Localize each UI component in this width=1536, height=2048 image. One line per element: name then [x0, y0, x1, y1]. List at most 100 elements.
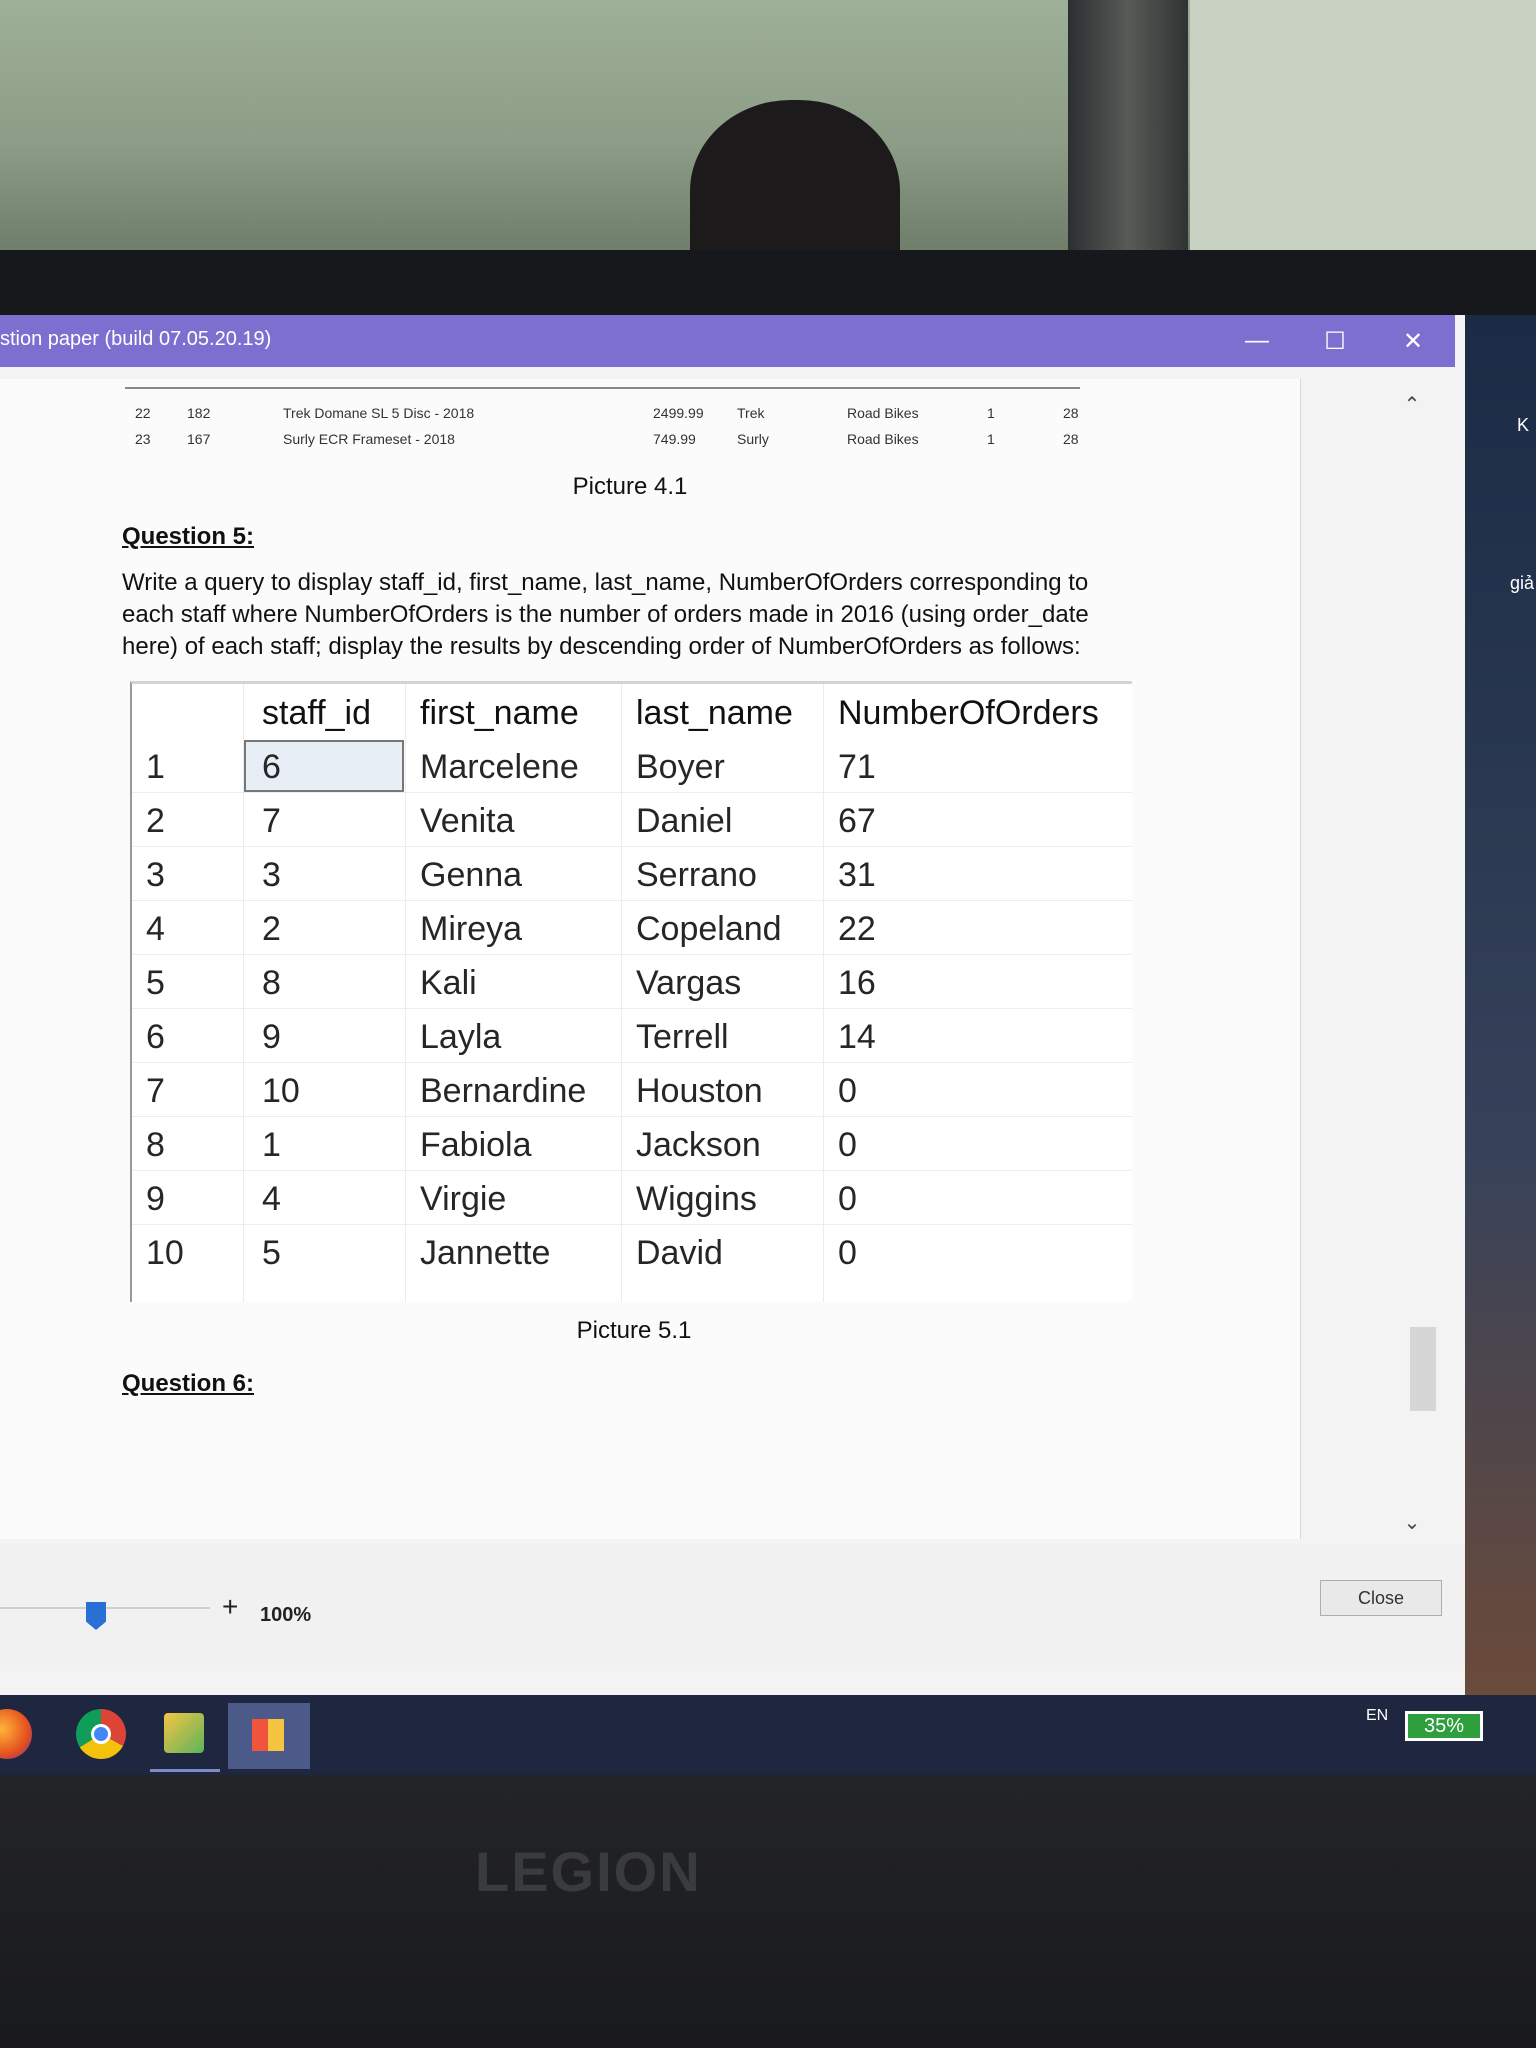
- row-number: 7: [146, 1072, 165, 1110]
- zoom-level: 100%: [260, 1604, 312, 1626]
- cell-first-name[interactable]: Jannette: [406, 1226, 620, 1280]
- cell-staff-id[interactable]: 8: [244, 956, 404, 1010]
- cell-number-of-orders[interactable]: 0: [824, 1118, 1132, 1172]
- cell-last-name[interactable]: Copeland: [622, 902, 822, 956]
- cell-first-name[interactable]: Fabiola: [406, 1118, 620, 1172]
- column-header-number-of-orders[interactable]: NumberOfOrders: [824, 686, 1132, 740]
- table-row: 22 182 Trek Domane SL 5 Disc - 2018 2499…: [125, 405, 1080, 429]
- cell-number-of-orders[interactable]: 0: [824, 1172, 1132, 1226]
- cell-number-of-orders[interactable]: 22: [824, 902, 1132, 956]
- table-row[interactable]: 5 8 Kali Vargas 16: [132, 956, 1132, 1010]
- table-row[interactable]: 8 1 Fabiola Jackson 0: [132, 1118, 1132, 1172]
- product-price: 2499.99: [653, 405, 704, 421]
- cell-first-name[interactable]: Marcelene: [406, 740, 620, 794]
- laptop-brand-logo: LEGION: [475, 1840, 702, 1903]
- previous-table-fragment: 22 182 Trek Domane SL 5 Disc - 2018 2499…: [125, 387, 1080, 447]
- cell-number-of-orders[interactable]: 16: [824, 956, 1132, 1010]
- app-icon[interactable]: [164, 1713, 204, 1753]
- cell-first-name[interactable]: Virgie: [406, 1172, 620, 1226]
- cell-first-name[interactable]: Mireya: [406, 902, 620, 956]
- laptop-body: LEGION: [0, 1775, 1536, 2048]
- column-header-first-name[interactable]: first_name: [406, 686, 620, 740]
- cell-last-name[interactable]: Jackson: [622, 1118, 822, 1172]
- row-number: 4: [146, 910, 165, 948]
- cell-staff-id[interactable]: 6: [244, 740, 404, 794]
- row-number: 6: [146, 1018, 165, 1056]
- table-row[interactable]: 1 6 Marcelene Boyer 71: [132, 740, 1132, 794]
- cell-staff-id[interactable]: 4: [244, 1172, 404, 1226]
- cell-number-of-orders[interactable]: 71: [824, 740, 1132, 794]
- table-row[interactable]: 9 4 Virgie Wiggins 0: [132, 1172, 1132, 1226]
- table-row[interactable]: 2 7 Venita Daniel 67: [132, 794, 1132, 848]
- cell-staff-id[interactable]: 2: [244, 902, 404, 956]
- cell-last-name[interactable]: Boyer: [622, 740, 822, 794]
- cell-staff-id[interactable]: 5: [244, 1226, 404, 1280]
- question-6-heading: Question 6:: [122, 1370, 255, 1397]
- cell-number-of-orders[interactable]: 0: [824, 1226, 1132, 1280]
- close-button[interactable]: Close: [1320, 1580, 1442, 1616]
- product-id: 167: [187, 431, 211, 447]
- column-header-staff-id[interactable]: staff_id: [244, 686, 404, 740]
- cell-last-name[interactable]: Vargas: [622, 956, 822, 1010]
- maximize-button[interactable]: ☐: [1310, 319, 1360, 363]
- cell-number-of-orders[interactable]: 31: [824, 848, 1132, 902]
- product-name: Trek Domane SL 5 Disc - 2018: [283, 405, 475, 421]
- row-number: 1: [146, 748, 165, 786]
- monitor-bezel-top: [0, 250, 1536, 315]
- scroll-down-arrow-icon[interactable]: ⌄: [1400, 1511, 1424, 1535]
- language-indicator[interactable]: EN: [1366, 1707, 1388, 1725]
- exam-window: stion paper (build 07.05.20.19) — ☐ ✕ 22…: [0, 315, 1465, 1695]
- exam-app-taskbar-icon[interactable]: [228, 1703, 310, 1769]
- cell-last-name[interactable]: David: [622, 1226, 822, 1280]
- cell-staff-id[interactable]: 1: [244, 1118, 404, 1172]
- table-row[interactable]: 6 9 Layla Terrell 14: [132, 1010, 1132, 1064]
- cell-first-name[interactable]: Genna: [406, 848, 620, 902]
- cell-staff-id[interactable]: 7: [244, 794, 404, 848]
- cell-number-of-orders[interactable]: 14: [824, 1010, 1132, 1064]
- cell-last-name[interactable]: Serrano: [622, 848, 822, 902]
- cell-last-name[interactable]: Daniel: [622, 794, 822, 848]
- cell-staff-id[interactable]: 10: [244, 1064, 404, 1118]
- table-row[interactable]: 3 3 Genna Serrano 31: [132, 848, 1132, 902]
- cell-last-name[interactable]: Wiggins: [622, 1172, 822, 1226]
- row-number: 5: [146, 964, 165, 1002]
- product-qty: 1: [987, 431, 995, 447]
- background-wall: [1190, 0, 1536, 262]
- cell-last-name[interactable]: Terrell: [622, 1010, 822, 1064]
- cell-number-of-orders[interactable]: 67: [824, 794, 1132, 848]
- row-number: 10: [146, 1234, 184, 1272]
- cell-first-name[interactable]: Venita: [406, 794, 620, 848]
- cell-first-name[interactable]: Kali: [406, 956, 620, 1010]
- cell-last-name[interactable]: Houston: [622, 1064, 822, 1118]
- picture-4-1-caption: Picture 4.1: [572, 473, 688, 500]
- cell-staff-id[interactable]: 3: [244, 848, 404, 902]
- firefox-icon[interactable]: [0, 1709, 32, 1759]
- battery-indicator[interactable]: 35%: [1405, 1711, 1483, 1741]
- question-5-heading: Question 5:: [122, 523, 255, 550]
- product-price: 749.99: [653, 431, 696, 447]
- desktop-edge: K giả: [1465, 315, 1536, 1695]
- background-person: [690, 100, 900, 262]
- product-name: Surly ECR Frameset - 2018: [283, 431, 455, 447]
- cell-number-of-orders[interactable]: 0: [824, 1064, 1132, 1118]
- cell-first-name[interactable]: Bernardine: [406, 1064, 620, 1118]
- chrome-icon[interactable]: [76, 1709, 126, 1759]
- cell-first-name[interactable]: Layla: [406, 1010, 620, 1064]
- close-window-button[interactable]: ✕: [1388, 319, 1438, 363]
- table-row[interactable]: 10 5 Jannette David 0: [132, 1226, 1132, 1280]
- table-row[interactable]: 7 10 Bernardine Houston 0: [132, 1064, 1132, 1118]
- zoom-in-button[interactable]: +: [222, 1591, 238, 1623]
- scrollbar-thumb[interactable]: [1410, 1327, 1436, 1411]
- scroll-up-arrow-icon[interactable]: ⌃: [1400, 393, 1424, 417]
- row-number: 2: [146, 802, 165, 840]
- picture-5-1-caption: Picture 5.1: [576, 1317, 692, 1344]
- table-row[interactable]: 4 2 Mireya Copeland 22: [132, 902, 1132, 956]
- product-brand: Surly: [737, 431, 769, 447]
- column-header-last-name[interactable]: last_name: [622, 686, 822, 740]
- exam-app-icon: [252, 1719, 284, 1751]
- cell-staff-id[interactable]: 9: [244, 1010, 404, 1064]
- product-brand: Trek: [737, 405, 765, 421]
- title-bar: stion paper (build 07.05.20.19) — ☐ ✕: [0, 315, 1455, 367]
- minimize-button[interactable]: —: [1232, 319, 1282, 363]
- background-room-photo: [0, 0, 1536, 262]
